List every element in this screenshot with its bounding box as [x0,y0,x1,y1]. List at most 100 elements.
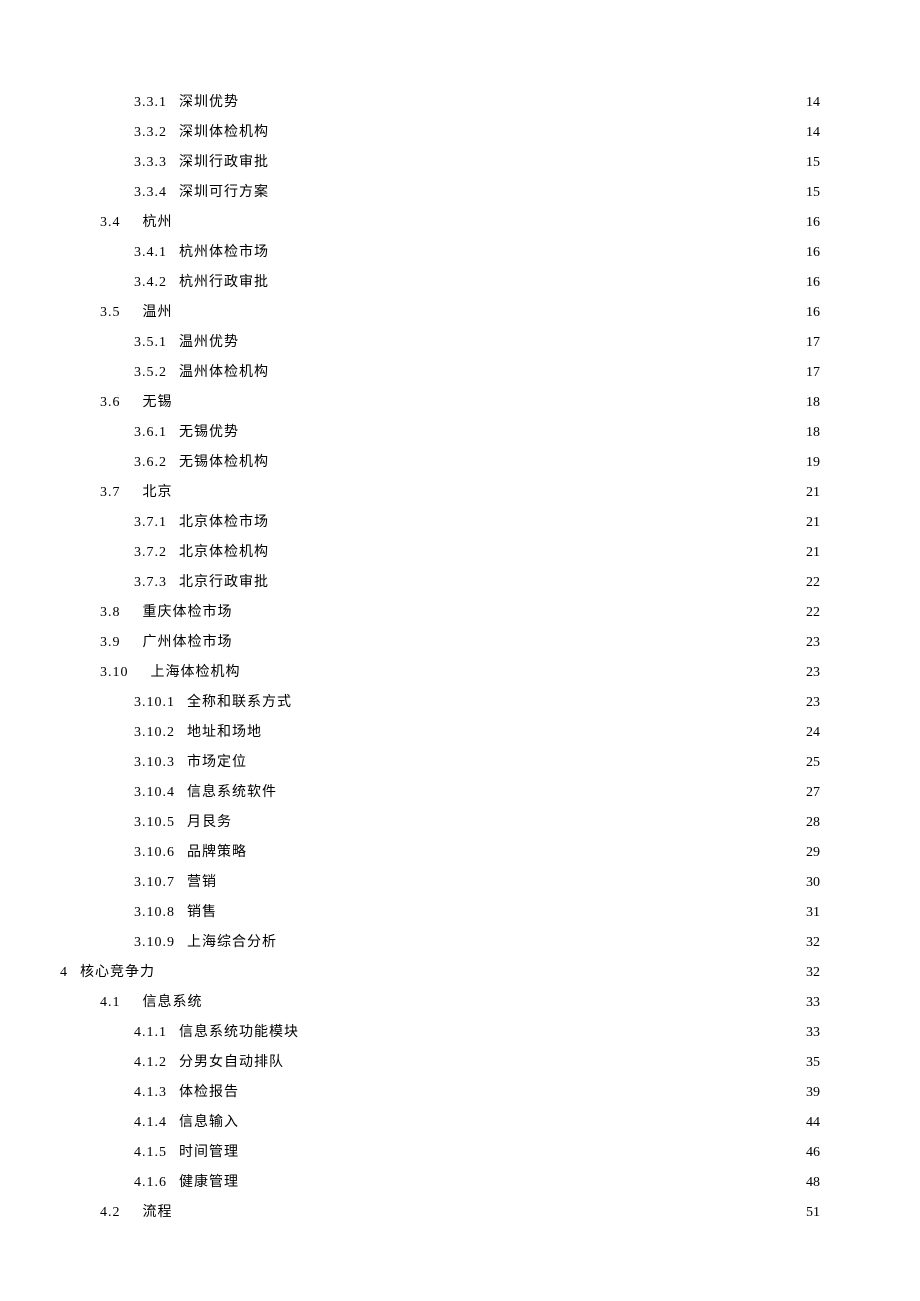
toc-leader-dots [173,1202,803,1216]
toc-title: 无锡体检机构 [167,448,269,478]
toc-number: 3.3.3 [134,148,167,178]
toc-leader-dots [233,632,803,646]
toc-page-number: 14 [802,88,820,118]
toc-leader-dots [269,122,802,136]
toc-entry: 3.10.6品牌策略29 [60,838,820,868]
toc-leader-dots [239,1172,802,1186]
toc-title: 重庆体检市场 [121,598,233,628]
toc-title: 营销 [175,868,217,898]
toc-page-number: 35 [802,1048,820,1078]
toc-entry: 3.5.1温州优势17 [60,328,820,358]
toc-page-number: 14 [802,118,820,148]
toc-title: 上海综合分析 [175,928,277,958]
toc-title: 杭州行政审批 [167,268,269,298]
toc-number: 3.5.2 [134,358,167,388]
toc-entry: 3.3.4深圳可行方案 15 [60,178,820,208]
toc-number: 4.1.1 [134,1018,167,1048]
toc-page-number: 24 [802,718,820,748]
toc-number: 4.1.2 [134,1048,167,1078]
toc-leader-dots [239,1142,802,1156]
toc-leader-dots [269,242,802,256]
toc-page-number: 18 [802,418,820,448]
toc-entry: 3.4.2杭州行政审批16 [60,268,820,298]
toc-page-number: 17 [802,358,820,388]
toc-leader-dots [239,92,802,106]
toc-entry: 3.7.2北京体检机构21 [60,538,820,568]
toc-entry: 3.10.3市场定位25 [60,748,820,778]
toc-title: 深圳可行方案 [167,178,269,208]
toc-entry: 4核心竞争力32 [60,958,820,988]
toc-number: 4.1.3 [134,1078,167,1108]
toc-number: 3.3.1 [134,88,167,118]
toc-page-number: 16 [802,208,820,238]
toc-leader-dots [173,302,803,316]
toc-title: 温州 [121,298,173,328]
toc-page-number: 32 [802,958,820,988]
toc-page-number: 48 [802,1168,820,1198]
toc-page-number: 15 [802,178,820,208]
toc-page-number: 22 [802,568,820,598]
toc-entry: 3.7北京21 [60,478,820,508]
toc-title: 北京行政审批 [167,568,269,598]
toc-leader-dots [269,542,802,556]
toc-title: 分男女自动排队 [167,1048,284,1078]
toc-number: 3.10.6 [134,838,175,868]
toc-title: 北京体检机构 [167,538,269,568]
toc-leader-dots [173,212,803,226]
toc-page-number: 28 [802,808,820,838]
toc-leader-dots [173,482,803,496]
toc-entry: 4.1.6健康管理48 [60,1168,820,1198]
toc-number: 4.2 [100,1198,121,1228]
toc-page-number: 22 [802,598,820,628]
toc-title: 地址和场地 [175,718,262,748]
toc-leader-dots [239,332,802,346]
toc-title: 广州体检市场 [121,628,233,658]
toc-number: 3.10.9 [134,928,175,958]
toc-title: 销售 [175,898,217,928]
toc-page-number: 16 [802,298,820,328]
toc-entry: 3.10上海体检机构23 [60,658,820,688]
toc-page-number: 21 [802,508,820,538]
toc-entry: 3.3.2深圳体检机构 14 [60,118,820,148]
toc-leader-dots [173,392,803,406]
toc-page-number: 27 [802,778,820,808]
toc-entry: 3.10.5月艮务28 [60,808,820,838]
toc-leader-dots [269,512,802,526]
toc-entry: 3.6.1无锡优势18 [60,418,820,448]
toc-number: 3.5 [100,298,121,328]
toc-number: 4.1.4 [134,1108,167,1138]
toc-leader-dots [239,1112,802,1126]
toc-entry: 3.6无锡18 [60,388,820,418]
toc-entry: 4.1.2分男女自动排队 35 [60,1048,820,1078]
toc-number: 3.10.5 [134,808,175,838]
toc-number: 3.3.4 [134,178,167,208]
toc-number: 3.10.2 [134,718,175,748]
toc-leader-dots [269,572,802,586]
toc-page-number: 25 [802,748,820,778]
toc-title: 全称和联系方式 [175,688,292,718]
toc-title: 杭州 [121,208,173,238]
toc-page-number: 15 [802,148,820,178]
toc-number: 3.10.3 [134,748,175,778]
toc-number: 3.3.2 [134,118,167,148]
toc-number: 3.4.1 [134,238,167,268]
toc-leader-dots [269,182,802,196]
toc-page-number: 18 [802,388,820,418]
toc-leader-dots [277,932,802,946]
toc-title: 深圳体检机构 [167,118,269,148]
toc-title: 无锡优势 [167,418,239,448]
toc-title: 信息系统软件 [175,778,277,808]
toc-number: 3.9 [100,628,121,658]
toc-number: 3.8 [100,598,121,628]
toc-title: 深圳行政审批 [167,148,269,178]
toc-entry: 3.8重庆体检市场 22 [60,598,820,628]
toc-leader-dots [232,812,802,826]
toc-page-number: 23 [802,688,820,718]
toc-entry: 3.3.1深圳优势14 [60,88,820,118]
toc-entry: 3.10.9上海综合分析32 [60,928,820,958]
toc-page-number: 30 [802,868,820,898]
toc-page-number: 51 [802,1198,820,1228]
toc-leader-dots [292,692,802,706]
toc-page-number: 21 [802,478,820,508]
toc-title: 北京体检市场 [167,508,269,538]
